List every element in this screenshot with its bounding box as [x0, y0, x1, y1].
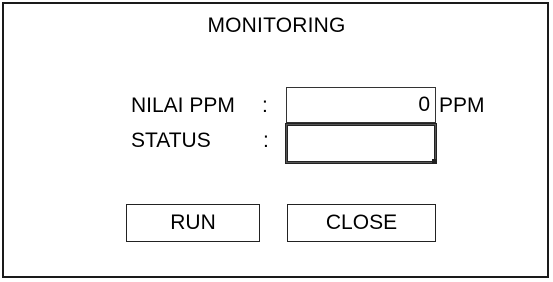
- ppm-label-colon: :: [262, 94, 268, 117]
- panel-title: MONITORING: [207, 14, 346, 37]
- status-value-field[interactable]: [285, 123, 437, 164]
- status-label: STATUS: [131, 129, 211, 152]
- monitoring-panel-frame: [2, 2, 549, 278]
- run-button[interactable]: RUN: [126, 204, 260, 242]
- ppm-label: NILAI PPM: [131, 94, 235, 117]
- status-field-resize-handle[interactable]: [432, 159, 437, 164]
- status-label-colon: :: [263, 129, 269, 152]
- close-button[interactable]: CLOSE: [287, 204, 436, 242]
- ppm-unit-label: PPM: [439, 94, 485, 117]
- ppm-value-field[interactable]: 0: [286, 87, 436, 123]
